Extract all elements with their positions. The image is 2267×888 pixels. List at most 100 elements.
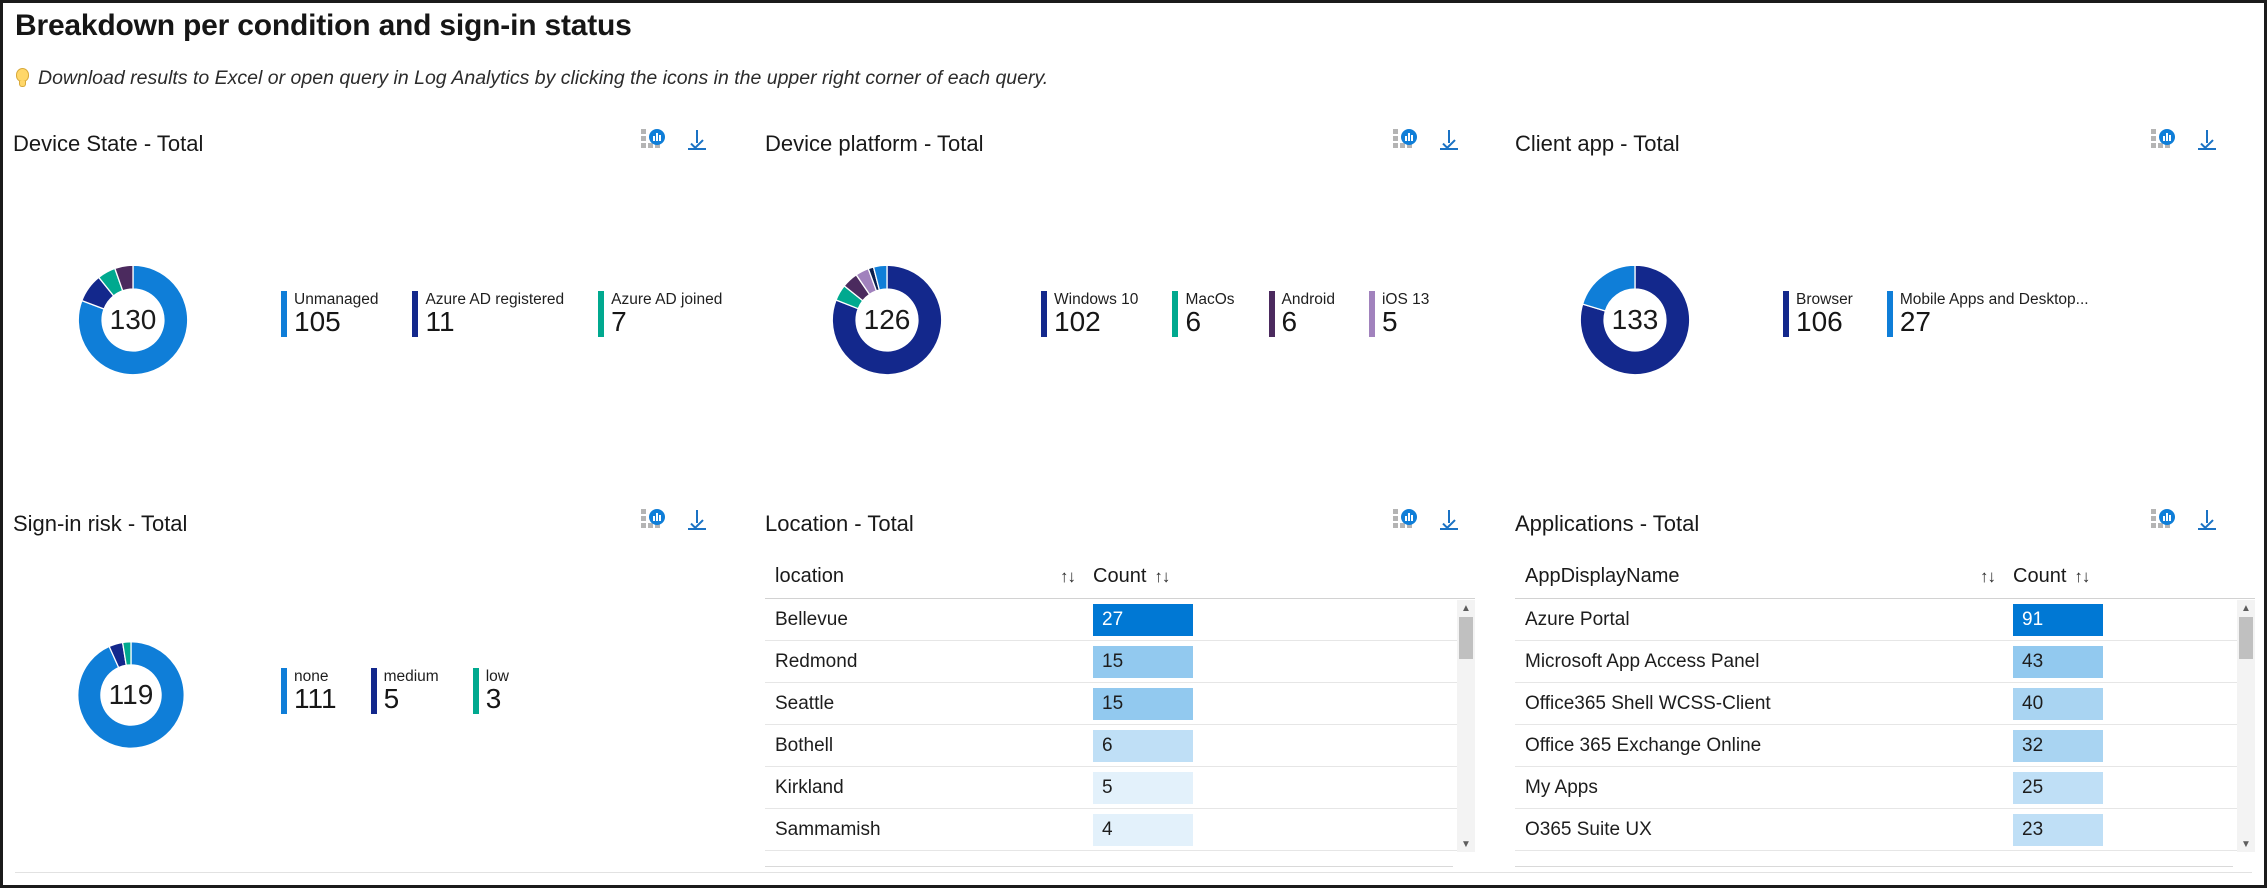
cell-count: 91: [2013, 604, 2103, 636]
download-icon[interactable]: [687, 509, 707, 531]
sort-toggle-count[interactable]: ↑↓: [1154, 567, 1169, 587]
column-header-count-label: Count: [2013, 565, 2066, 588]
table-row[interactable]: O365 Suite UX23: [1515, 809, 2255, 851]
cell-name: Sammamish: [775, 819, 1075, 841]
legend-item[interactable]: none111: [281, 668, 337, 714]
data-table: location ↑↓ Count ↑↓ Bellevue27 Redmond 15 Seat…: [765, 555, 1475, 851]
cell-name: Seattle: [775, 693, 1075, 715]
download-icon[interactable]: [687, 129, 707, 151]
table-row[interactable]: Azure Portal 91: [1515, 599, 2255, 641]
legend-swatch: [281, 291, 287, 337]
cell-count: 23: [2013, 814, 2103, 846]
table-scrollbar[interactable]: ▲▼: [2237, 600, 2255, 852]
scrollbar-thumb[interactable]: [1459, 617, 1473, 659]
sort-toggle-name[interactable]: ↑↓: [1980, 567, 1995, 587]
scrollbar-thumb[interactable]: [2239, 617, 2253, 659]
cell-count: 4: [1093, 814, 1193, 846]
cell-name: Azure Portal: [1525, 609, 1995, 631]
panel-title-signin-risk: Sign-in risk - Total: [13, 511, 187, 537]
legend-item[interactable]: low3: [473, 668, 509, 714]
legend-item[interactable]: Browser106: [1783, 291, 1853, 337]
log-analytics-icon[interactable]: [2151, 509, 2175, 531]
donut-chart: 130: [61, 248, 205, 392]
table-row[interactable]: Sammamish 4: [765, 809, 1475, 851]
panel-title-applications: Applications - Total: [1515, 511, 1699, 537]
download-icon[interactable]: [1439, 129, 1459, 151]
table-row[interactable]: Bellevue27: [765, 599, 1475, 641]
legend-item[interactable]: Mobile Apps and Desktop...27: [1887, 291, 2089, 337]
scroll-down-arrow[interactable]: ▼: [1457, 837, 1475, 851]
legend-item[interactable]: medium5: [371, 668, 439, 714]
legend-swatch: [1041, 291, 1047, 337]
cell-count: 5: [1093, 772, 1193, 804]
legend-item[interactable]: Azure AD registered11: [412, 291, 564, 337]
download-icon[interactable]: [2197, 129, 2217, 151]
column-header-count-label: Count: [1093, 565, 1146, 588]
legend-item[interactable]: Azure AD joined7: [598, 291, 722, 337]
table-scrollbar[interactable]: ▲▼: [1457, 600, 1475, 852]
panel-actions-signin-risk: [641, 509, 707, 531]
donut-wrapper-device-platform: 126: [815, 248, 959, 392]
panel-actions-location: [1393, 509, 1459, 531]
table-row[interactable]: Kirkland5: [765, 767, 1475, 809]
report-page: Breakdown per condition and sign-in stat…: [0, 0, 2267, 888]
legend-item[interactable]: Android6: [1269, 291, 1335, 337]
donut-chart: 119: [61, 625, 201, 765]
cell-count: 40: [2013, 688, 2103, 720]
data-table: AppDisplayName↑↓ Count ↑↓ Azure Portal 91 Mic…: [1515, 555, 2255, 851]
scroll-up-arrow[interactable]: ▲: [2237, 601, 2255, 615]
sort-toggle-name[interactable]: ↑↓: [1060, 567, 1075, 587]
legend-item[interactable]: MacOs6: [1172, 291, 1234, 337]
table-header-row: AppDisplayName↑↓ Count ↑↓: [1515, 555, 2255, 599]
column-header-name[interactable]: location ↑↓: [775, 565, 1075, 588]
table-row[interactable]: My Apps25: [1515, 767, 2255, 809]
table-row[interactable]: Office365 Shell WCSS-Client40: [1515, 683, 2255, 725]
download-icon[interactable]: [1439, 509, 1459, 531]
download-icon[interactable]: [2197, 509, 2217, 531]
table-row[interactable]: Seattle15: [765, 683, 1475, 725]
cell-name: Bellevue: [775, 609, 1075, 631]
scroll-down-arrow[interactable]: ▼: [2237, 837, 2255, 851]
cell-count: 15: [1093, 646, 1193, 678]
legend-value: 7: [611, 307, 722, 337]
legend-item[interactable]: Unmanaged105: [281, 291, 378, 337]
scroll-up-arrow[interactable]: ▲: [1457, 601, 1475, 615]
panel-title-location: Location - Total: [765, 511, 914, 537]
donut-chart: 126: [815, 248, 959, 392]
legend-value: 3: [486, 684, 509, 714]
panel-actions-client-app: [2151, 129, 2217, 151]
cell-name: Microsoft App Access Panel: [1525, 651, 1995, 673]
log-analytics-icon[interactable]: [641, 129, 665, 151]
legend-swatch: [1172, 291, 1178, 337]
chart-legend: Windows 10102 MacOs6 Android6 iOS 135: [1041, 291, 1463, 337]
cell-count: 43: [2013, 646, 2103, 678]
table-header-row: location ↑↓ Count ↑↓: [765, 555, 1475, 599]
cell-name: Redmond: [775, 651, 1075, 673]
column-header-name-label: location: [775, 565, 844, 588]
legend-swatch: [412, 291, 418, 337]
column-header-count[interactable]: Count ↑↓: [1093, 565, 1169, 588]
log-analytics-icon[interactable]: [2151, 129, 2175, 151]
table-row[interactable]: Bothell6: [765, 725, 1475, 767]
sort-toggle-count[interactable]: ↑↓: [2074, 567, 2089, 587]
donut-total-label: 133: [1563, 248, 1707, 392]
log-analytics-icon[interactable]: [641, 509, 665, 531]
table-row[interactable]: Office 365 Exchange Online32: [1515, 725, 2255, 767]
table-row[interactable]: Redmond 15: [765, 641, 1475, 683]
legend-item[interactable]: Windows 10102: [1041, 291, 1138, 337]
legend-item[interactable]: iOS 135: [1369, 291, 1429, 337]
table-row[interactable]: Microsoft App Access Panel 43: [1515, 641, 2255, 683]
table-bottom-divider: [765, 866, 1453, 867]
log-analytics-icon[interactable]: [1393, 129, 1417, 151]
tip-banner: Download results to Excel or open query …: [13, 67, 1048, 90]
column-header-count[interactable]: Count ↑↓: [2013, 565, 2089, 588]
tip-text: Download results to Excel or open query …: [38, 67, 1048, 90]
panel-title-client-app: Client app - Total: [1515, 131, 1680, 157]
column-header-name[interactable]: AppDisplayName↑↓: [1525, 565, 1995, 588]
log-analytics-icon[interactable]: [1393, 509, 1417, 531]
legend-value: 27: [1900, 307, 2089, 337]
legend-value: 105: [294, 307, 378, 337]
cell-name: Bothell: [775, 735, 1075, 757]
legend-value: 106: [1796, 307, 1853, 337]
cell-name: Office 365 Exchange Online: [1525, 735, 1995, 757]
